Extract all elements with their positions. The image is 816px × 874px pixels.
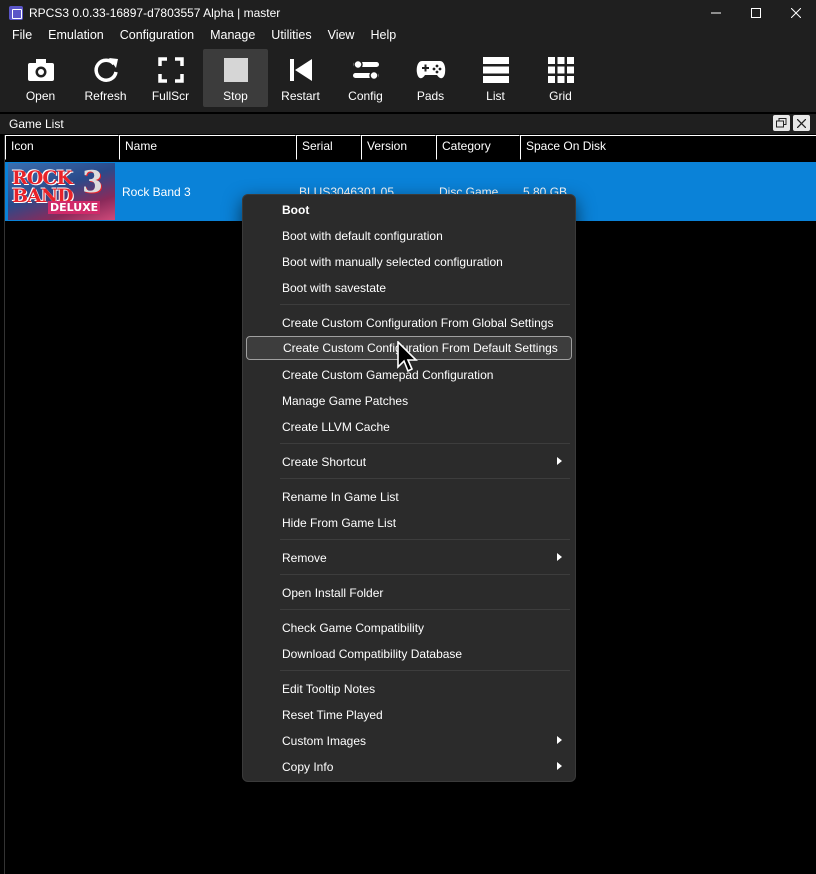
- game-list-header: Game List: [0, 114, 816, 134]
- minimize-icon: [711, 12, 721, 13]
- menu-item-boot-manual-config[interactable]: Boot with manually selected configuratio…: [246, 250, 572, 273]
- fullscreen-button[interactable]: FullScr: [138, 49, 203, 107]
- float-icon: [776, 118, 787, 128]
- menu-file[interactable]: File: [4, 25, 40, 46]
- column-header-category[interactable]: Category: [436, 135, 520, 160]
- minimize-button[interactable]: [696, 0, 736, 25]
- menu-item-create-shortcut[interactable]: Create Shortcut: [246, 450, 572, 473]
- context-menu: Boot Boot with default configuration Boo…: [242, 194, 576, 782]
- dock-close-button[interactable]: [793, 115, 810, 131]
- menu-separator: [280, 304, 570, 305]
- menu-configuration[interactable]: Configuration: [112, 25, 202, 46]
- open-button[interactable]: Open: [8, 49, 73, 107]
- list-icon: [480, 54, 512, 86]
- column-header-version[interactable]: Version: [361, 135, 436, 160]
- menu-view[interactable]: View: [320, 25, 363, 46]
- stop-icon: [220, 54, 252, 86]
- pads-label: Pads: [416, 89, 445, 103]
- title-bar: RPCS3 0.0.33-16897-d7803557 Alpha | mast…: [0, 0, 816, 25]
- menu-separator: [280, 670, 570, 671]
- close-button[interactable]: [776, 0, 816, 25]
- menu-manage[interactable]: Manage: [202, 25, 263, 46]
- close-icon: [791, 7, 801, 18]
- grid-button[interactable]: Grid: [528, 49, 593, 107]
- menu-help[interactable]: Help: [362, 25, 404, 46]
- column-header-icon[interactable]: Icon: [5, 135, 119, 160]
- list-label: List: [486, 89, 505, 103]
- camera-icon: [25, 54, 57, 86]
- config-icon: [350, 54, 382, 86]
- menu-item-remove[interactable]: Remove: [246, 546, 572, 569]
- restart-button[interactable]: Restart: [268, 49, 333, 107]
- column-header-space[interactable]: Space On Disk: [520, 135, 816, 160]
- menu-item-open-install-folder[interactable]: Open Install Folder: [246, 581, 572, 604]
- menu-item-boot[interactable]: Boot: [246, 198, 572, 221]
- submenu-arrow-icon: [557, 736, 562, 744]
- maximize-icon: [751, 7, 761, 18]
- config-button[interactable]: Config: [333, 49, 398, 107]
- menu-item-check-compatibility[interactable]: Check Game Compatibility: [246, 616, 572, 639]
- dock-buttons: [773, 115, 810, 131]
- maximize-button[interactable]: [736, 0, 776, 25]
- submenu-arrow-icon: [557, 762, 562, 770]
- refresh-icon: [90, 54, 122, 86]
- menu-utilities[interactable]: Utilities: [263, 25, 319, 46]
- grid-label: Grid: [549, 89, 572, 103]
- restart-label: Restart: [281, 89, 320, 103]
- menu-separator: [280, 478, 570, 479]
- gamepad-icon: [415, 54, 447, 86]
- stop-label: Stop: [223, 89, 248, 103]
- refresh-button[interactable]: Refresh: [73, 49, 138, 107]
- pads-button[interactable]: Pads: [398, 49, 463, 107]
- refresh-label: Refresh: [84, 89, 127, 103]
- menu-item-create-llvm-cache[interactable]: Create LLVM Cache: [246, 415, 572, 438]
- grid-icon: [545, 54, 577, 86]
- window-title: RPCS3 0.0.33-16897-d7803557 Alpha | mast…: [29, 5, 281, 20]
- cover-logo-text: ROCK BAND: [12, 167, 74, 207]
- game-cover-image: ROCK BAND 3 DELUXE: [8, 163, 115, 220]
- fullscreen-icon: [155, 54, 187, 86]
- menu-item-edit-tooltip-notes[interactable]: Edit Tooltip Notes: [246, 677, 572, 700]
- menu-item-hide[interactable]: Hide From Game List: [246, 511, 572, 534]
- dock-float-button[interactable]: [773, 115, 790, 131]
- menu-item-boot-savestate[interactable]: Boot with savestate: [246, 276, 572, 299]
- menu-separator: [280, 574, 570, 575]
- menu-bar: File Emulation Configuration Manage Util…: [0, 25, 816, 46]
- mouse-cursor-icon: [397, 341, 418, 373]
- game-name: Rock Band 3: [122, 184, 191, 199]
- config-label: Config: [348, 89, 383, 103]
- menu-item-custom-config-global[interactable]: Create Custom Configuration From Global …: [246, 311, 572, 334]
- menu-separator: [280, 609, 570, 610]
- window-controls: [696, 0, 816, 25]
- cover-deluxe-text: DELUXE: [48, 201, 101, 214]
- restart-icon: [285, 54, 317, 86]
- menu-item-custom-images[interactable]: Custom Images: [246, 729, 572, 752]
- open-label: Open: [25, 89, 56, 103]
- rpcs3-app-icon: [9, 5, 23, 20]
- column-header-serial[interactable]: Serial: [296, 135, 361, 160]
- close-icon: [797, 118, 806, 128]
- game-list-title: Game List: [9, 117, 64, 131]
- table-header: Icon Name Serial Version Category Space …: [5, 135, 816, 160]
- menu-item-copy-info[interactable]: Copy Info: [246, 755, 572, 778]
- menu-item-boot-default-config[interactable]: Boot with default configuration: [246, 224, 572, 247]
- menu-item-rename[interactable]: Rename In Game List: [246, 485, 572, 508]
- toolbar: Open Refresh FullScr Stop Restart Config: [0, 46, 816, 112]
- menu-emulation[interactable]: Emulation: [40, 25, 112, 46]
- menu-separator: [280, 443, 570, 444]
- submenu-arrow-icon: [557, 457, 562, 465]
- menu-item-download-compat-db[interactable]: Download Compatibility Database: [246, 642, 572, 665]
- cover-number: 3: [82, 165, 103, 200]
- menu-item-manage-patches[interactable]: Manage Game Patches: [246, 389, 572, 412]
- submenu-arrow-icon: [557, 553, 562, 561]
- stop-button[interactable]: Stop: [203, 49, 268, 107]
- menu-item-reset-time-played[interactable]: Reset Time Played: [246, 703, 572, 726]
- fullscreen-label: FullScr: [151, 89, 190, 103]
- column-header-name[interactable]: Name: [119, 135, 296, 160]
- list-button[interactable]: List: [463, 49, 528, 107]
- menu-separator: [280, 539, 570, 540]
